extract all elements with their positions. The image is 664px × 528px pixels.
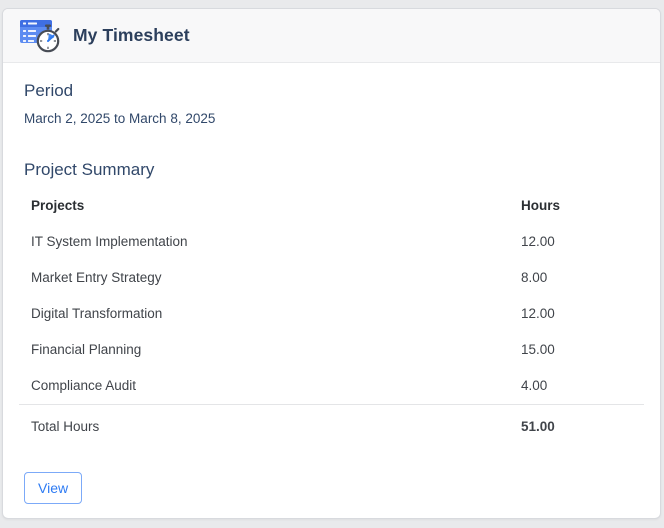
project-name-cell: IT System Implementation	[31, 234, 188, 249]
hours-cell: 8.00	[521, 270, 548, 285]
table-row: Financial Planning 15.00	[19, 332, 644, 368]
card-header: My Timesheet	[3, 9, 660, 63]
total-row: Total Hours 51.00	[19, 404, 644, 448]
project-name-cell: Market Entry Strategy	[31, 270, 162, 285]
period-heading: Period	[24, 81, 74, 100]
project-name-cell: Digital Transformation	[31, 306, 163, 321]
table-row: Compliance Audit 4.00	[19, 368, 644, 405]
hours-cell: 12.00	[521, 306, 555, 321]
table-row: Market Entry Strategy 8.00	[19, 260, 644, 296]
project-name-cell: Financial Planning	[31, 342, 142, 357]
project-summary-heading: Project Summary	[24, 160, 155, 179]
total-label: Total Hours	[19, 404, 509, 448]
card-body: Period March 2, 2025 to March 8, 2025 Pr…	[3, 63, 660, 504]
project-name-cell: Compliance Audit	[31, 378, 137, 393]
hours-column-header: Hours	[521, 198, 561, 213]
projects-column-header: Projects	[31, 198, 85, 213]
hours-cell: 4.00	[521, 378, 548, 393]
period-range: March 2, 2025 to March 8, 2025	[24, 111, 216, 126]
hours-cell: 12.00	[521, 234, 555, 249]
hours-cell: 15.00	[521, 342, 555, 357]
timesheet-icon	[20, 20, 60, 53]
view-button[interactable]: View	[24, 472, 83, 504]
timesheet-card: My Timesheet Period March 2, 2025 to Mar…	[2, 8, 661, 519]
page-title: My Timesheet	[73, 25, 190, 45]
table-header-row: Projects Hours	[19, 188, 644, 224]
project-summary-table: Projects Hours IT System Implementation …	[19, 188, 644, 448]
table-row: Digital Transformation 12.00	[19, 296, 644, 332]
total-hours-value: 51.00	[509, 404, 644, 448]
table-row: IT System Implementation 12.00	[19, 224, 644, 260]
